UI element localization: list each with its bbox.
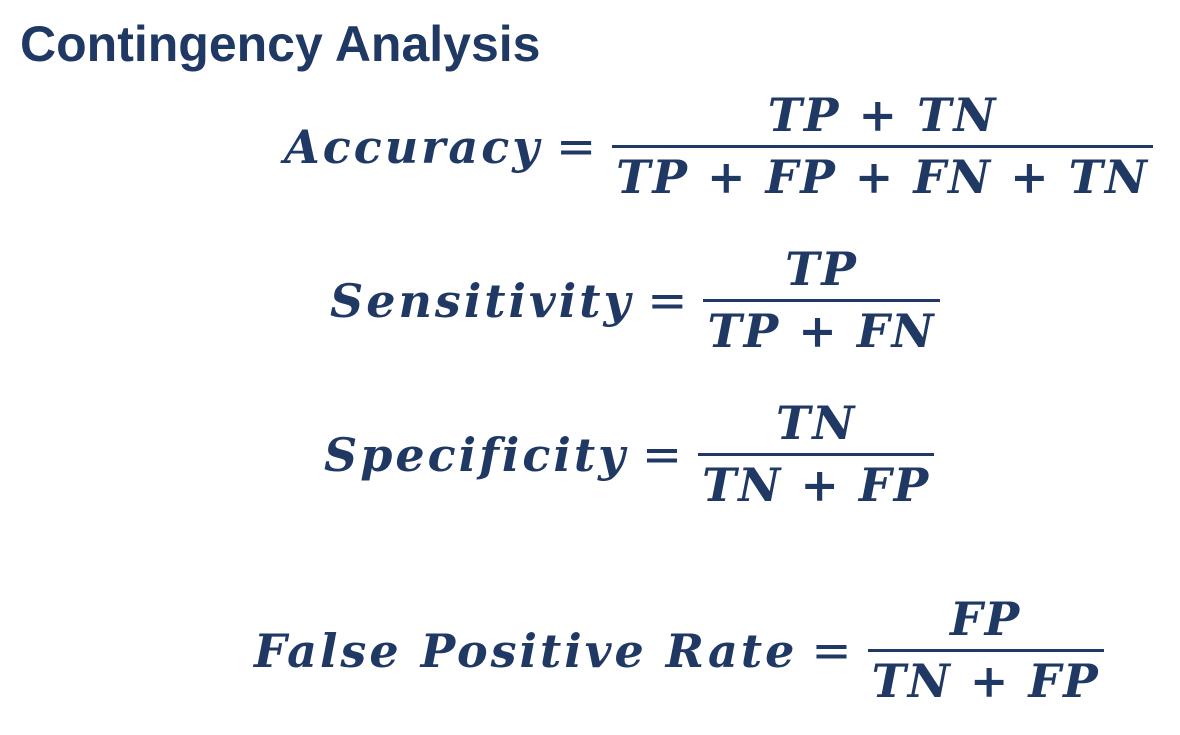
formula-lhs: Specificity [324, 427, 628, 482]
fraction: TN TN + FP [698, 396, 935, 513]
fraction: TP + TN TP + FP + FN + TN [612, 88, 1153, 205]
fraction-bar [698, 453, 935, 457]
equals-sign: = [647, 272, 688, 329]
fraction: TP TP + FN [703, 242, 940, 359]
fraction: FP TN + FP [867, 592, 1104, 709]
slide-title: Contingency Analysis [20, 16, 541, 72]
formula-lhs: Sensitivity [330, 273, 634, 328]
numerator: TP + TN [767, 88, 998, 142]
false-positive-rate-formula: False Positive Rate = FP TN + FP [254, 592, 1104, 709]
formula-lhs: False Positive Rate [254, 623, 798, 678]
denominator: TN + FP [702, 458, 931, 513]
fraction-bar [612, 145, 1153, 149]
equals-sign: = [555, 118, 597, 175]
equals-sign: = [641, 426, 683, 483]
fraction-bar [867, 649, 1104, 653]
sensitivity-formula: Sensitivity = TP TP + FN [330, 242, 940, 359]
denominator: TP + FN [707, 304, 936, 359]
numerator: TP [785, 242, 858, 296]
denominator: TN + FP [871, 654, 1100, 709]
fraction-bar [703, 299, 940, 303]
accuracy-formula: Accuracy = TP + TN TP + FP + FN + TN [284, 88, 1153, 205]
specificity-formula: Specificity = TN TN + FP [324, 396, 935, 513]
numerator: TN [775, 396, 857, 450]
numerator: FP [950, 592, 1022, 646]
denominator: TP + FP + FN + TN [616, 150, 1149, 205]
equals-sign: = [811, 622, 852, 679]
formula-lhs: Accuracy [284, 119, 542, 174]
